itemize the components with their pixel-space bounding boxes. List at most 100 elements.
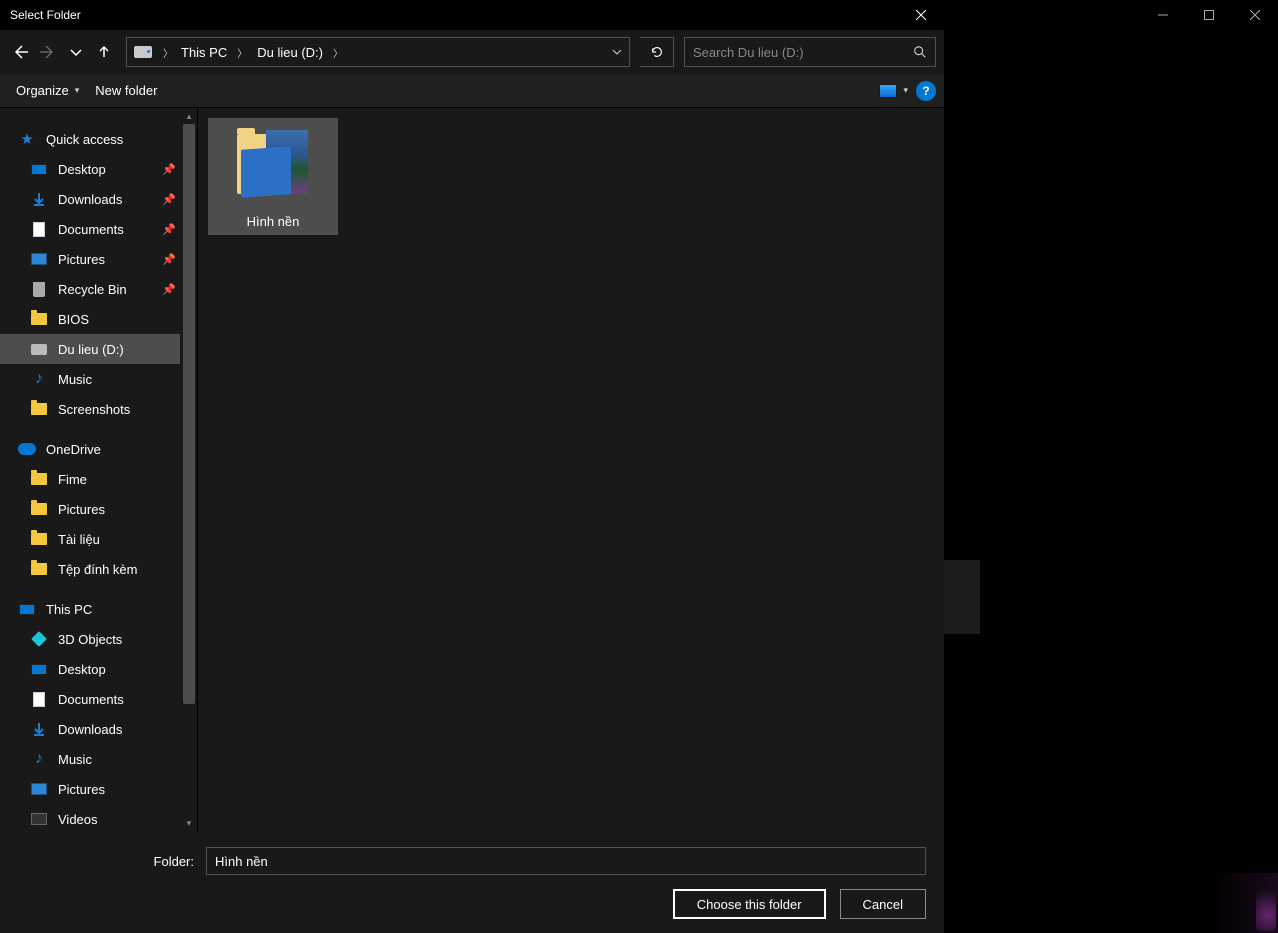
help-button[interactable]: ? [916, 81, 936, 101]
sidebar-item-label: Desktop [58, 162, 152, 177]
organize-label: Organize [16, 83, 69, 98]
sidebar-this-pc[interactable]: This PC [0, 594, 180, 624]
parent-close-button[interactable] [1232, 0, 1278, 30]
sidebar-item-label: Pictures [58, 252, 152, 267]
folder-item-selected[interactable]: Hình nền [208, 118, 338, 235]
sidebar: ★ Quick access Desktop📌Downloads📌Documen… [0, 108, 198, 831]
nav-tree: ★ Quick access Desktop📌Downloads📌Documen… [0, 108, 180, 831]
titlebar[interactable]: Select Folder [0, 0, 944, 30]
parent-minimize-button[interactable] [1140, 0, 1186, 30]
sidebar-item-label: Recycle Bin [58, 282, 152, 297]
up-button[interactable] [92, 40, 116, 64]
sidebar-onedrive[interactable]: OneDrive [0, 434, 180, 464]
sidebar-scrollbar[interactable]: ▴ ▾ [181, 108, 197, 831]
sidebar-item[interactable]: Pictures [0, 774, 180, 804]
corner-glow [1256, 891, 1276, 931]
pin-icon: 📌 [162, 163, 176, 176]
sidebar-item[interactable]: Downloads📌 [0, 184, 180, 214]
sidebar-item-label: Downloads [58, 722, 180, 737]
sidebar-item[interactable]: Du lieu (D:) [0, 334, 180, 364]
sidebar-item[interactable]: BIOS [0, 304, 180, 334]
nav-bar: 〉 This PC 〉 Du lieu (D:) 〉 [0, 30, 944, 74]
dialog-footer: Folder: Choose this folder Cancel [0, 831, 944, 933]
search-input[interactable] [685, 45, 905, 60]
scroll-down-button[interactable]: ▾ [181, 815, 197, 831]
scroll-up-button[interactable]: ▴ [181, 108, 197, 124]
chevron-right-icon[interactable]: 〉 [233, 45, 251, 60]
sidebar-item-label: Pictures [58, 782, 180, 797]
sidebar-label: Quick access [46, 132, 180, 147]
address-bar[interactable]: 〉 This PC 〉 Du lieu (D:) 〉 [126, 37, 630, 67]
sidebar-item[interactable]: ♪Music [0, 744, 180, 774]
close-button[interactable] [898, 0, 944, 30]
sidebar-item-label: Desktop [58, 662, 180, 677]
chevron-right-icon[interactable]: 〉 [329, 45, 347, 60]
sidebar-item-label: Documents [58, 692, 180, 707]
sidebar-item[interactable]: Pictures [0, 494, 180, 524]
breadcrumb-drive[interactable]: Du lieu (D:) [253, 45, 327, 60]
doc-icon [30, 690, 48, 708]
recent-locations-button[interactable] [64, 40, 88, 64]
chevron-down-icon: ▾ [75, 85, 80, 96]
address-dropdown-button[interactable] [605, 47, 629, 57]
folder-name-input[interactable] [206, 847, 926, 875]
new-folder-label: New folder [95, 83, 157, 98]
sidebar-item-label: Documents [58, 222, 152, 237]
parent-maximize-button[interactable] [1186, 0, 1232, 30]
sidebar-item[interactable]: Desktop 📌 [0, 154, 180, 184]
chevron-right-icon[interactable]: 〉 [159, 45, 177, 60]
sidebar-label: OneDrive [46, 442, 180, 457]
content-area[interactable]: Hình nền [198, 108, 944, 831]
sidebar-item[interactable]: Desktop [0, 654, 180, 684]
refresh-button[interactable] [640, 37, 674, 67]
pin-icon: 📌 [162, 253, 176, 266]
breadcrumb: This PC 〉 Du lieu (D:) 〉 [177, 45, 605, 60]
sidebar-quick-access[interactable]: ★ Quick access [0, 124, 180, 154]
folder-icon [30, 400, 48, 418]
pin-icon: 📌 [162, 283, 176, 296]
sidebar-item[interactable]: Tệp đính kèm [0, 554, 180, 584]
search-box[interactable] [684, 37, 936, 67]
sidebar-item[interactable]: Documents [0, 684, 180, 714]
sidebar-item-label: Tài liệu [58, 532, 180, 547]
music-icon: ♪ [30, 750, 48, 768]
breadcrumb-this-pc[interactable]: This PC [177, 45, 231, 60]
sidebar-item[interactable]: 3D Objects [0, 624, 180, 654]
sidebar-item[interactable]: Pictures 📌 [0, 244, 180, 274]
doc-icon [30, 220, 48, 238]
music-icon: ♪ [30, 370, 48, 388]
video-icon [30, 810, 48, 828]
back-button[interactable] [8, 40, 32, 64]
scroll-thumb[interactable] [183, 124, 195, 704]
down-icon [30, 720, 48, 738]
monitor-icon [30, 160, 48, 178]
disk-icon [30, 340, 48, 358]
folder-item-label: Hình nền [214, 214, 332, 229]
taskbar-edge [944, 873, 1278, 933]
sidebar-item[interactable]: ♪ Music [0, 364, 180, 394]
new-folder-button[interactable]: New folder [87, 79, 165, 102]
sidebar-item-label: Videos [58, 812, 180, 827]
sidebar-item[interactable]: Recycle Bin 📌 [0, 274, 180, 304]
sidebar-item[interactable]: Downloads [0, 714, 180, 744]
organize-button[interactable]: Organize ▾ [8, 79, 87, 102]
sidebar-item-label: Du lieu (D:) [58, 342, 180, 357]
sidebar-item-label: Tệp đính kèm [58, 562, 180, 577]
star-icon: ★ [18, 130, 36, 148]
sidebar-item[interactable]: Screenshots [0, 394, 180, 424]
forward-button[interactable] [36, 40, 60, 64]
view-options-button[interactable]: ▾ [871, 80, 916, 102]
sidebar-item[interactable]: Tài liệu [0, 524, 180, 554]
sidebar-item[interactable]: Documents📌 [0, 214, 180, 244]
select-folder-dialog: Select Folder 〉 This PC 〉 Du lieu (D:) 〉 [0, 0, 944, 933]
sidebar-item-label: Music [58, 372, 180, 387]
chevron-down-icon: ▾ [903, 85, 908, 96]
folder-icon [30, 530, 48, 548]
cancel-button[interactable]: Cancel [840, 889, 926, 919]
background-panel [944, 560, 980, 634]
sidebar-item[interactable]: Fime [0, 464, 180, 494]
sidebar-item[interactable]: Videos [0, 804, 180, 831]
cloud-icon [18, 440, 36, 458]
search-button[interactable] [905, 45, 935, 59]
choose-folder-button[interactable]: Choose this folder [673, 889, 826, 919]
